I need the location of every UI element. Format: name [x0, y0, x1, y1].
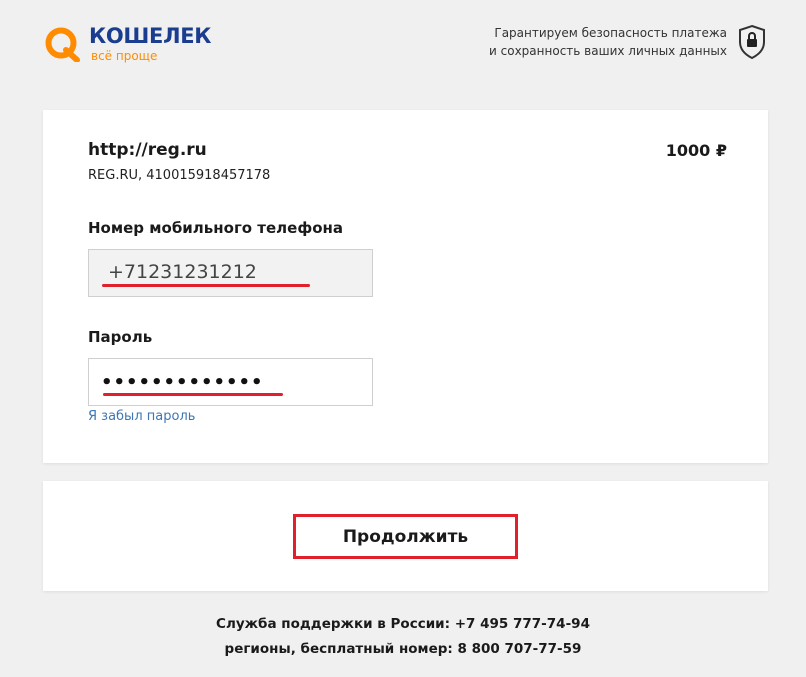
password-label: Пароль: [88, 328, 153, 346]
support-line-russia: Служба поддержки в России: +7 495 777-74…: [216, 616, 590, 632]
security-notice-line-1: Гарантируем безопасность платежа: [494, 26, 727, 40]
forgot-password-link[interactable]: Я забыл пароль: [88, 409, 195, 424]
support-info: Служба поддержки в России: +7 495 777-74…: [0, 612, 806, 662]
wallet-logo[interactable]: КОШЕЛЕК всё проще: [44, 22, 234, 66]
continue-button[interactable]: Продолжить: [293, 514, 518, 559]
password-highlight-underline: [103, 393, 283, 396]
logo-mark-icon: [45, 27, 80, 62]
phone-value: +71231231212: [108, 261, 257, 283]
phone-field[interactable]: +71231231212: [88, 249, 373, 297]
password-value: •••••••••••••: [101, 372, 264, 393]
merchant-detail: REG.RU, 410015918457178: [88, 168, 271, 183]
action-card: Продолжить: [43, 481, 768, 591]
payment-card: http://reg.ru REG.RU, 410015918457178 10…: [43, 110, 768, 463]
security-notice: Гарантируем безопасность платежа и сохра…: [444, 24, 727, 60]
security-notice-line-2: и сохранность ваших личных данных: [489, 44, 727, 58]
password-field[interactable]: •••••••••••••: [88, 358, 373, 406]
shield-lock-icon: [739, 24, 765, 60]
phone-label: Номер мобильного телефона: [88, 219, 344, 237]
logo-title: КОШЕЛЕК: [89, 24, 212, 48]
payment-amount: 1000 ₽: [665, 141, 727, 160]
logo-subtitle: всё проще: [91, 49, 158, 63]
support-line-regions: регионы, бесплатный номер: 8 800 707-77-…: [224, 641, 582, 657]
phone-highlight-underline: [102, 284, 310, 287]
merchant-name: http://reg.ru: [88, 140, 207, 160]
page-header: КОШЕЛЕК всё проще Гарантируем безопаснос…: [0, 0, 806, 80]
